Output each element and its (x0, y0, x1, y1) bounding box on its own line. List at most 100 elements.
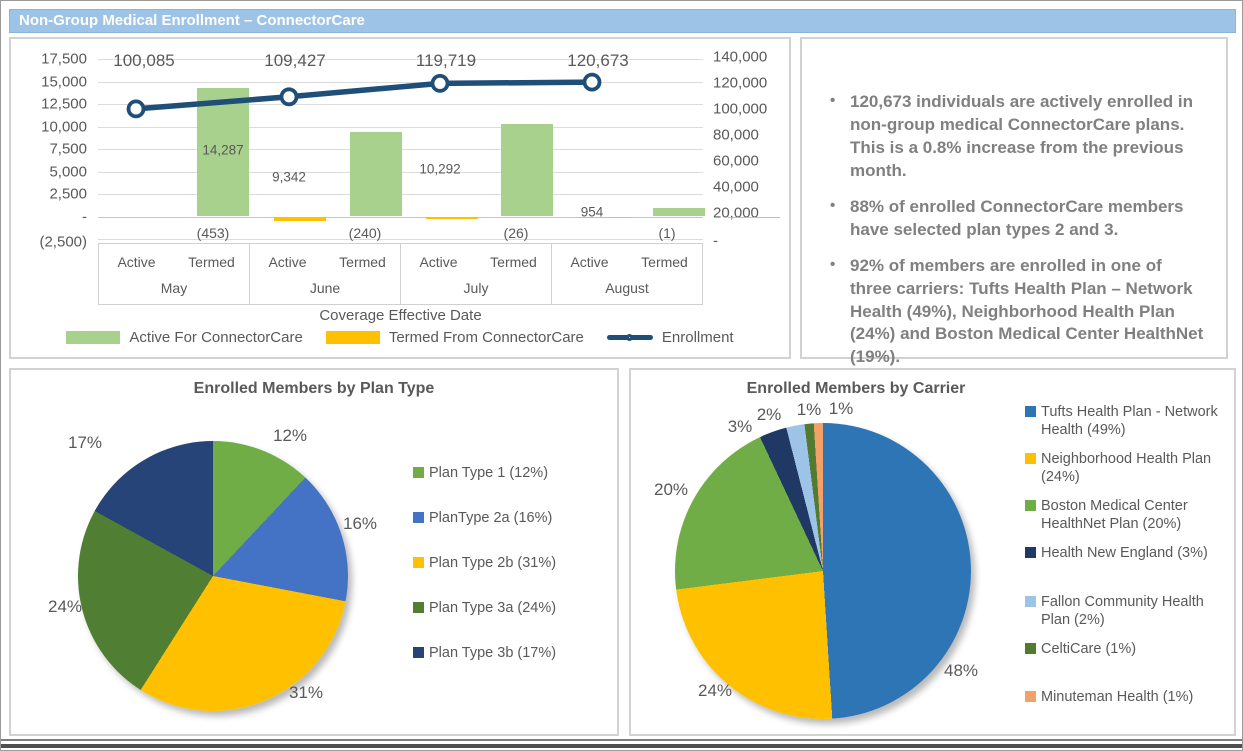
pie-legend-label: Boston Medical Center HealthNet Plan (20… (1041, 497, 1235, 533)
legend-swatch-icon (413, 647, 424, 658)
pie-legend-item: Tufts Health Plan - Network Health (49%) (1025, 403, 1235, 439)
plan-type-pie-panel: Enrolled Members by Plan Type 12% 16% 31… (9, 368, 619, 736)
legend-swatch-icon (413, 512, 424, 523)
pie-legend-label: Tufts Health Plan - Network Health (49%) (1041, 403, 1235, 439)
legend-swatch-icon (413, 602, 424, 613)
left-axis-tick: 10,000 (41, 118, 87, 135)
pie-legend-label: Plan Type 1 (12%) (429, 464, 548, 482)
legend-swatch-icon (1025, 406, 1036, 417)
pie-legend-label: PlanType 2a (16%) (429, 509, 552, 527)
right-axis-tick: 100,000 (713, 101, 767, 118)
line-data-label: 120,673 (567, 51, 628, 71)
legend-swatch-icon (1025, 547, 1036, 558)
pie-slice-label: 31% (289, 683, 323, 703)
summary-panel: • 120,673 individuals are actively enrol… (800, 37, 1228, 359)
pie-slice-label: 1% (797, 400, 822, 420)
legend-swatch-termed-icon (326, 331, 380, 344)
pie-slice-label: 20% (654, 480, 688, 500)
pie-slice-label: 24% (698, 681, 732, 701)
pie-legend-item: Plan Type 2b (31%) (413, 554, 556, 572)
right-axis-tick: 40,000 (713, 179, 759, 196)
bullet-icon: • (830, 255, 835, 275)
pie-legend-label: Plan Type 2b (31%) (429, 554, 556, 572)
pie-legend-label: Fallon Community Health Plan (2%) (1041, 593, 1235, 629)
pie-slice-label: 1% (829, 399, 854, 419)
month-label: June (250, 280, 400, 296)
termed-data-label: (1) (658, 225, 675, 241)
plan-type-pie (78, 441, 348, 711)
category-group-june: Active Termed June (250, 244, 401, 304)
line-data-label: 109,427 (264, 51, 325, 71)
carrier-pie (675, 423, 971, 719)
left-axis-tick: 2,500 (49, 186, 87, 203)
legend-swatch-active-icon (66, 331, 120, 344)
month-label: August (552, 280, 702, 296)
legend-label: Termed From ConnectorCare (389, 329, 584, 346)
pie-legend-item: Plan Type 1 (12%) (413, 464, 548, 482)
pie-legend-item: Boston Medical Center HealthNet Plan (20… (1025, 497, 1235, 533)
left-axis-tick: - (82, 208, 87, 225)
category-group-july: Active Termed July (401, 244, 552, 304)
left-axis-tick: 15,000 (41, 73, 87, 90)
summary-bullet-text: 92% of members are enrolled in one of th… (850, 256, 1203, 367)
right-axis-tick: 80,000 (713, 127, 759, 144)
left-axis-tick: (2,500) (39, 234, 87, 251)
enrollment-line (98, 59, 703, 239)
category-group-august: Active Termed August (552, 244, 702, 304)
termed-data-label: (453) (197, 225, 230, 241)
pie-slice-label: 3% (728, 417, 753, 437)
summary-bullet: • 92% of members are enrolled in one of … (828, 255, 1206, 370)
left-axis-tick: 5,000 (49, 163, 87, 180)
pie-legend-item: Plan Type 3b (17%) (413, 644, 556, 662)
pie-legend-label: Health New England (3%) (1041, 544, 1208, 562)
sub-category-label: Termed (476, 254, 551, 270)
month-label: July (401, 280, 551, 296)
pie-title: Enrolled Members by Carrier (631, 380, 1081, 398)
sub-category-label: Active (250, 254, 325, 270)
right-axis-tick: 140,000 (713, 49, 767, 66)
category-group-may: Active Termed May (99, 244, 250, 304)
termed-data-label: (240) (349, 225, 382, 241)
legend-label: Active For ConnectorCare (129, 329, 302, 346)
bar-data-label: 954 (581, 205, 604, 220)
chart-legend: Active For ConnectorCare Termed From Con… (11, 329, 789, 346)
right-axis-tick: 120,000 (713, 75, 767, 92)
carrier-pie-panel: Enrolled Members by Carrier 48% 24% 20% … (629, 368, 1236, 736)
termed-data-label: (26) (504, 225, 529, 241)
line-data-label: 119,719 (416, 51, 476, 71)
month-label: May (99, 280, 249, 296)
pie-slice-label: 12% (273, 426, 307, 446)
pie-legend-item: Fallon Community Health Plan (2%) (1025, 593, 1235, 629)
sub-category-label: Termed (325, 254, 400, 270)
legend-swatch-icon (1025, 596, 1036, 607)
right-axis-tick: - (713, 233, 718, 250)
pie-slice-label: 24% (48, 597, 82, 617)
window-bottom-border (1, 744, 1242, 748)
pie-legend-item: Health New England (3%) (1025, 544, 1235, 562)
summary-bullet-text: 120,673 individuals are actively enrolle… (850, 92, 1193, 180)
plot-area: 100,085 109,427 119,719 120,673 14,287 9… (98, 59, 703, 239)
pie-slice-label: 17% (68, 433, 102, 453)
left-axis-tick: 7,500 (49, 141, 87, 158)
bullet-icon: • (830, 196, 835, 216)
pie-legend-item: Minuteman Health (1%) (1025, 688, 1235, 706)
right-axis-tick: 20,000 (713, 205, 759, 222)
sub-category-label: Active (99, 254, 174, 270)
legend-swatch-icon (1025, 691, 1036, 702)
window-bottom-border (1, 739, 1242, 741)
pie-legend-item: PlanType 2a (16%) (413, 509, 552, 527)
pie-legend-label: Neighborhood Health Plan (24%) (1041, 450, 1235, 486)
summary-bullet-text: 88% of enrolled ConnectorCare members ha… (850, 197, 1183, 239)
pie-slice-label: 48% (944, 661, 978, 681)
sub-category-label: Termed (627, 254, 702, 270)
pie-legend-item: CeltiCare (1%) (1025, 640, 1235, 658)
bar-termed-august (728, 217, 780, 218)
pie-title: Enrolled Members by Plan Type (11, 380, 617, 398)
legend-label: Enrollment (662, 329, 734, 346)
pie-legend-label: CeltiCare (1%) (1041, 640, 1136, 658)
left-axis-tick: 17,500 (41, 51, 87, 68)
enrollment-chart-panel: 17,500 15,000 12,500 10,000 7,500 5,000 … (9, 37, 791, 359)
bar-data-label: 10,292 (419, 162, 460, 177)
line-marker-icon (607, 335, 653, 340)
right-axis-tick: 60,000 (713, 153, 759, 170)
